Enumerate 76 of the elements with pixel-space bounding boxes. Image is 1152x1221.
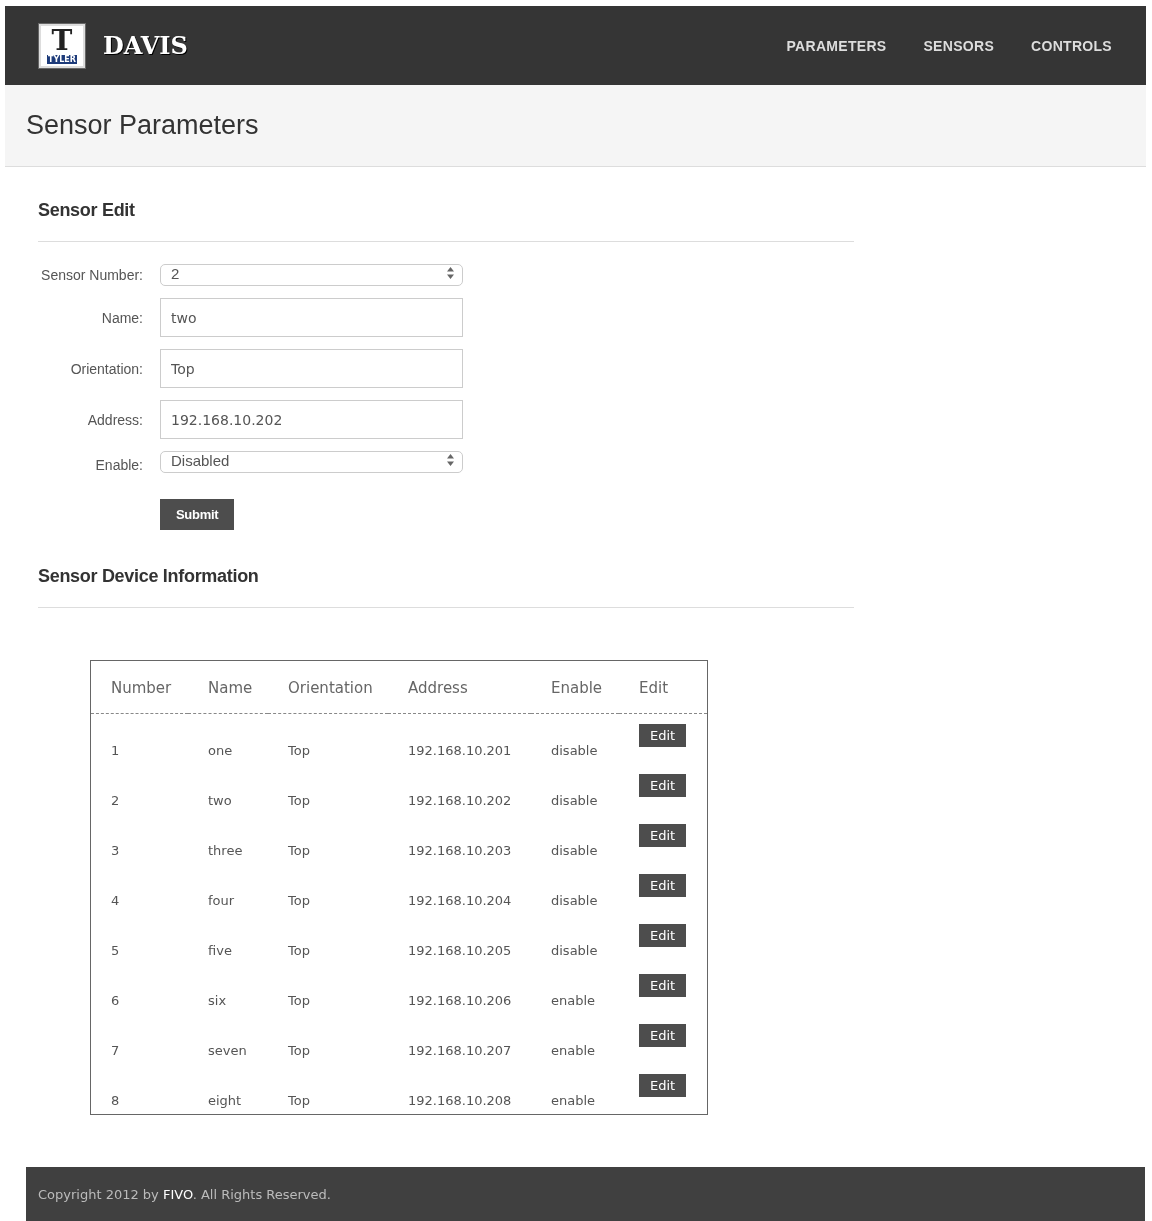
table-cell-text: disable	[550, 891, 599, 910]
table-cell-text: 192.168.10.207	[407, 1041, 513, 1060]
table-cell: 4	[90, 864, 188, 914]
table-cell-text: 192.168.10.204	[407, 891, 513, 910]
table-cell: Top	[268, 1064, 388, 1115]
table-cell: 5	[90, 914, 188, 964]
input-field[interactable]: 192.168.10.202	[160, 400, 463, 439]
table-cell-text: two	[207, 791, 233, 810]
edit-button[interactable]: Edit	[639, 724, 687, 747]
table-cell-text: 192.168.10.202	[407, 791, 513, 810]
column-header: Orientation	[268, 660, 388, 714]
logo-icon: T TYLER	[39, 23, 85, 68]
table-cell-text: enable	[550, 1041, 597, 1060]
edit-button[interactable]: Edit	[639, 1024, 687, 1047]
input-field[interactable]: two	[160, 298, 463, 337]
table-cell-text: disable	[550, 841, 599, 860]
table-cell: 8	[90, 1064, 188, 1115]
column-header: Address	[388, 660, 531, 714]
table-cell-text: Top	[287, 891, 311, 910]
field-label: Enable:	[94, 457, 143, 473]
table-cell-text: seven	[207, 1041, 248, 1060]
table-cell-text: Top	[287, 941, 311, 960]
table-cell: 7	[90, 1014, 188, 1064]
table-cell-text: four	[207, 891, 236, 910]
select-field[interactable]: Disabled	[160, 451, 463, 473]
column-header: Enable	[531, 660, 619, 714]
section-title: Sensor Device Information	[38, 566, 260, 587]
table-cell-text: Top	[287, 841, 311, 860]
edit-button[interactable]: Edit	[639, 974, 687, 997]
input-field[interactable]: Top	[160, 349, 463, 388]
field-label: Name:	[100, 309, 143, 326]
edit-button[interactable]: Edit	[639, 1074, 687, 1097]
submit-button[interactable]: Submit	[160, 499, 235, 530]
nav-link[interactable]: SENSORS	[923, 37, 995, 54]
section-title: Sensor Edit	[38, 200, 136, 221]
table-cell: one	[188, 713, 268, 764]
edit-button[interactable]: Edit	[639, 824, 687, 847]
column-header: Name	[188, 660, 268, 714]
table-cell-text: disable	[550, 791, 599, 810]
table-cell: 1	[90, 713, 188, 764]
brand-name: DAVIS	[103, 31, 188, 60]
table-cell: 3	[90, 814, 188, 864]
table-cell-text: enable	[550, 991, 597, 1010]
table-cell-text: Top	[287, 791, 311, 810]
table-cell: disable	[531, 713, 619, 764]
nav-link[interactable]: CONTROLS	[1031, 37, 1112, 54]
select-arrows-icon	[447, 267, 454, 279]
table-cell-text: 192.168.10.203	[407, 841, 513, 860]
table-cell: 6	[90, 964, 188, 1014]
field-label: Sensor Number:	[40, 267, 143, 283]
table-cell-text: Top	[287, 1041, 311, 1060]
page-title: Sensor Parameters	[26, 110, 259, 141]
table-cell: Top	[268, 713, 388, 764]
table-cell: 2	[90, 764, 188, 814]
column-header: Edit	[619, 660, 708, 714]
table-cell-text: 192.168.10.206	[407, 991, 513, 1010]
table-cell-text: six	[207, 991, 228, 1010]
field-label: Orientation:	[69, 360, 143, 377]
table-cell-text: disable	[550, 941, 599, 960]
table-cell-text: five	[207, 941, 233, 960]
nav-link[interactable]: PARAMETERS	[786, 37, 887, 54]
column-header: Number	[90, 660, 188, 714]
table-cell-text: three	[207, 841, 244, 860]
table-cell: 192.168.10.208	[388, 1064, 531, 1115]
table-cell: 192.168.10.201	[388, 713, 531, 764]
edit-button[interactable]: Edit	[639, 924, 687, 947]
edit-button[interactable]: Edit	[639, 874, 687, 897]
select-arrows-icon	[447, 454, 454, 466]
table-cell: eight	[188, 1064, 268, 1115]
select-field[interactable]: 2	[160, 264, 463, 286]
field-label: Address:	[86, 411, 143, 428]
table-cell-text: Top	[287, 991, 311, 1010]
table-cell-text: 192.168.10.205	[407, 941, 513, 960]
edit-button[interactable]: Edit	[639, 774, 687, 797]
table-cell: enable	[531, 1064, 619, 1115]
copyright-text: Copyright 2012 by FIVO. All Rights Reserved.	[38, 1187, 331, 1202]
